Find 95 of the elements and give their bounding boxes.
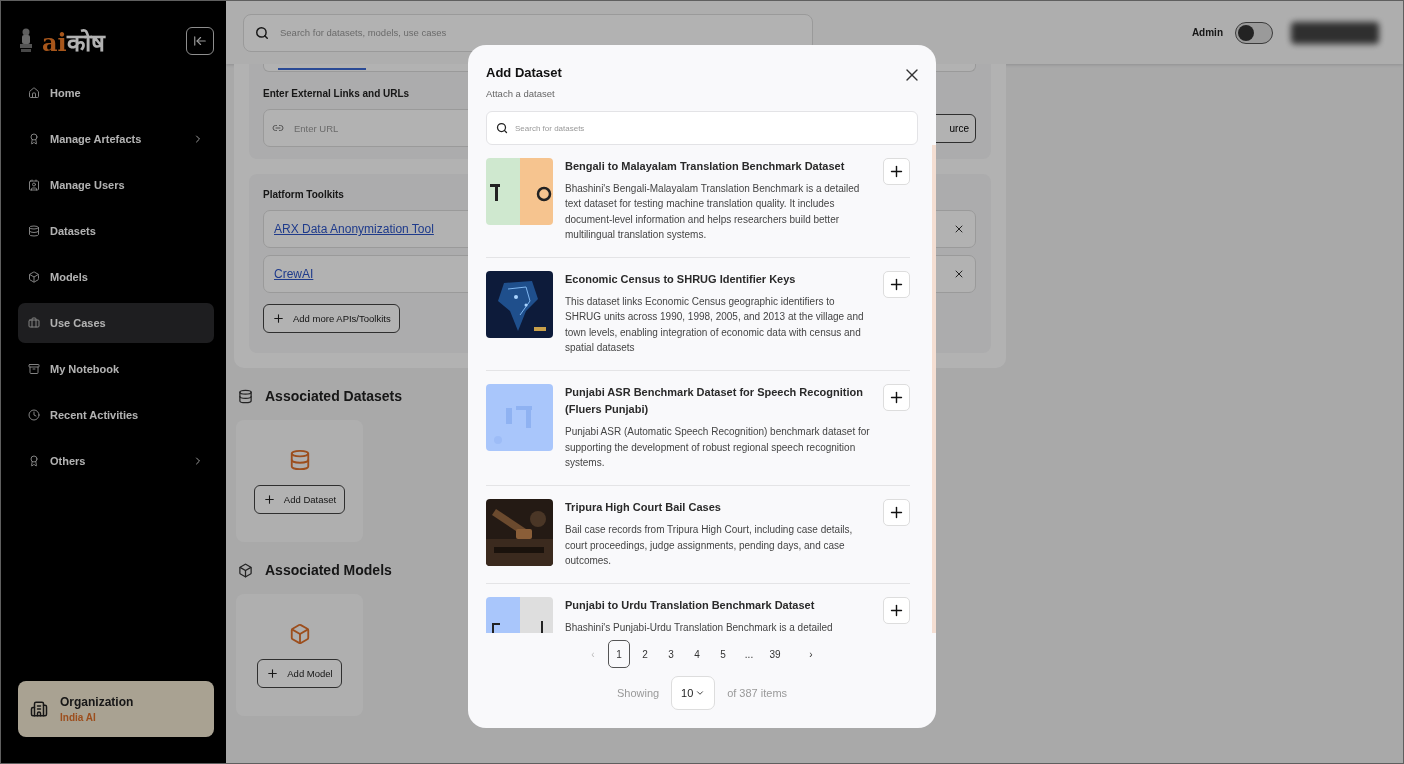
remove-button[interactable]	[953, 268, 965, 280]
section-label: Platform Toolkits	[263, 189, 344, 200]
dataset-search-field[interactable]: Search for datasets	[486, 111, 918, 145]
page-button[interactable]: 4	[686, 640, 708, 668]
dataset-title: Economic Census to SHRUG Identifier Keys	[565, 272, 797, 288]
collapse-icon	[193, 34, 207, 48]
plus-icon	[888, 163, 905, 180]
archive-icon	[28, 363, 40, 375]
add-button[interactable]	[883, 499, 910, 527]
next-page-button[interactable]: ›	[800, 640, 822, 668]
search-field[interactable]: Search for datasets, models, use cases	[243, 13, 813, 52]
sidebar-item[interactable]: Models	[18, 257, 214, 297]
sidebar-item[interactable]: Datasets	[18, 211, 214, 251]
sidebar-item-label: Manage Users	[50, 179, 126, 191]
add-toolkits-button[interactable]: Add more APIs/Toolkits	[263, 304, 400, 333]
database-icon	[28, 225, 40, 237]
plus-icon	[262, 492, 276, 506]
sidebar-item-label: Datasets	[50, 225, 97, 237]
sidebar-item-label: Manage Artefacts	[50, 133, 143, 145]
close-icon	[953, 223, 965, 235]
contact-card-icon	[28, 179, 40, 191]
logo-text: aiकोष	[42, 26, 105, 58]
toolkit-link[interactable]: ARX Data Anonymization Tool	[274, 222, 434, 236]
total-items-label: of 387 items	[727, 687, 788, 699]
briefcase-icon	[28, 317, 40, 329]
search-icon	[255, 25, 269, 40]
scrollbar[interactable]	[932, 145, 936, 633]
sidebar-item-label: Models	[50, 271, 89, 283]
organization-card[interactable]: Organization India AI	[18, 681, 214, 737]
dataset-description: This dataset links Economic Census geographic identifiers to SHRUG units across 1990, 1998, 2005, and 2013 at the village and town levels, enabling integration of economic data with census and spatial datasets	[565, 295, 865, 356]
sidebar-item[interactable]: Use Cases	[18, 303, 214, 343]
remove-button[interactable]	[953, 223, 965, 235]
sidebar-item-label: Recent Activities	[50, 409, 140, 421]
dataset-description: Punjabi ASR (Automatic Speech Recognition) benchmark dataset for supporting the development of robust regional speech recognition systems.	[565, 425, 871, 470]
box-icon	[238, 562, 253, 578]
organization-title: Organization	[60, 695, 134, 709]
dataset-title: Tripura High Court Bail Cases	[565, 500, 722, 516]
dataset-title: Punjabi ASR Benchmark Dataset for Speech Recognition (Fluers Punjabi)	[565, 385, 864, 418]
page-button[interactable]: 3	[660, 640, 682, 668]
admin-toggle[interactable]	[1235, 21, 1273, 44]
ribbon-icon	[28, 133, 40, 145]
dialog-subtitle: Attach a dataset	[486, 88, 556, 99]
toolkit-link[interactable]: CrewAI	[274, 267, 314, 281]
sidebar-item[interactable]: Manage Users	[18, 165, 214, 205]
page-button[interactable]: 2	[634, 640, 656, 668]
add-model-button[interactable]: Add Model	[257, 658, 342, 688]
plus-icon	[272, 312, 285, 325]
dataset-title: Punjabi to Urdu Translation Benchmark Dataset	[565, 598, 816, 614]
add-dataset-button[interactable]: Add Dataset	[253, 484, 346, 514]
clock-icon	[28, 409, 40, 421]
add-button[interactable]	[883, 384, 910, 412]
page-button[interactable]: 1	[608, 640, 630, 668]
house-icon	[28, 87, 40, 99]
add-button[interactable]	[883, 597, 910, 625]
sidebar-item-label: My Notebook	[50, 363, 121, 375]
box-icon	[28, 271, 40, 283]
emblem-icon	[18, 27, 34, 55]
database-icon	[288, 448, 311, 471]
ribbon-icon	[28, 455, 40, 467]
section-label: Enter External Links and URLs	[263, 88, 410, 99]
page-size-select[interactable]: 10	[671, 676, 716, 710]
plus-icon	[266, 666, 280, 680]
showing-label: Showing	[616, 687, 660, 699]
sidebar-item-label: Home	[50, 87, 82, 99]
sidebar-item[interactable]: Others	[18, 441, 214, 481]
dataset-title: Bengali to Malayalam Translation Benchmark Dataset	[565, 159, 846, 174]
dataset-description: Bhashini's Bengali-Malayalam Translation Benchmark is a detailed text dataset for testing machine translation quality. It includes document-level information and helps researchers build better multilingual translation systems.	[565, 182, 861, 242]
collapse-sidebar-button[interactable]	[186, 27, 214, 55]
sidebar-item[interactable]: Recent Activities	[18, 395, 214, 435]
building-icon	[30, 700, 48, 718]
add-button[interactable]	[883, 271, 910, 299]
dataset-item[interactable]: Tripura High Court Bail Cases Bail case records from Tripura High Court, including case details, court proceedings, judge assignments, pending days, and case outcomes.	[486, 486, 910, 585]
box-icon	[288, 622, 311, 645]
caret-icon	[695, 688, 706, 698]
page-button[interactable]: 39	[764, 640, 786, 668]
link-icon	[272, 122, 284, 134]
page-button[interactable]: ...	[738, 640, 760, 668]
sidebar-item[interactable]: My Notebook	[18, 349, 214, 389]
dialog-title: Add Dataset	[486, 65, 562, 80]
close-icon	[953, 268, 965, 280]
sidebar-item[interactable]: Home	[18, 73, 214, 113]
dataset-description: Bail case records from Tripura High Court, including case details, court proceedings, judge assignments, pending days, and case outcomes.	[565, 523, 854, 568]
section-title: Associated Datasets	[265, 388, 402, 404]
organization-name: India AI	[60, 712, 97, 723]
dataset-description: Bhashini's Punjabi-Urdu Translation Benchmark is a detailed	[565, 621, 834, 633]
page-button[interactable]: 5	[712, 640, 734, 668]
section-title: Associated Models	[265, 562, 392, 578]
database-icon	[238, 388, 253, 404]
sidebar-item[interactable]: Manage Artefacts	[18, 119, 214, 159]
sidebar-item-label: Use Cases	[50, 317, 107, 329]
add-button[interactable]	[883, 158, 910, 185]
sidebar-item-label: Others	[50, 455, 87, 467]
dataset-item[interactable]: Punjabi to Urdu Translation Benchmark Dataset Bhashini's Punjabi-Urdu Translation Benchmark is a detailed	[486, 584, 910, 633]
admin-label: Admin	[1191, 27, 1223, 38]
search-icon	[496, 122, 508, 134]
